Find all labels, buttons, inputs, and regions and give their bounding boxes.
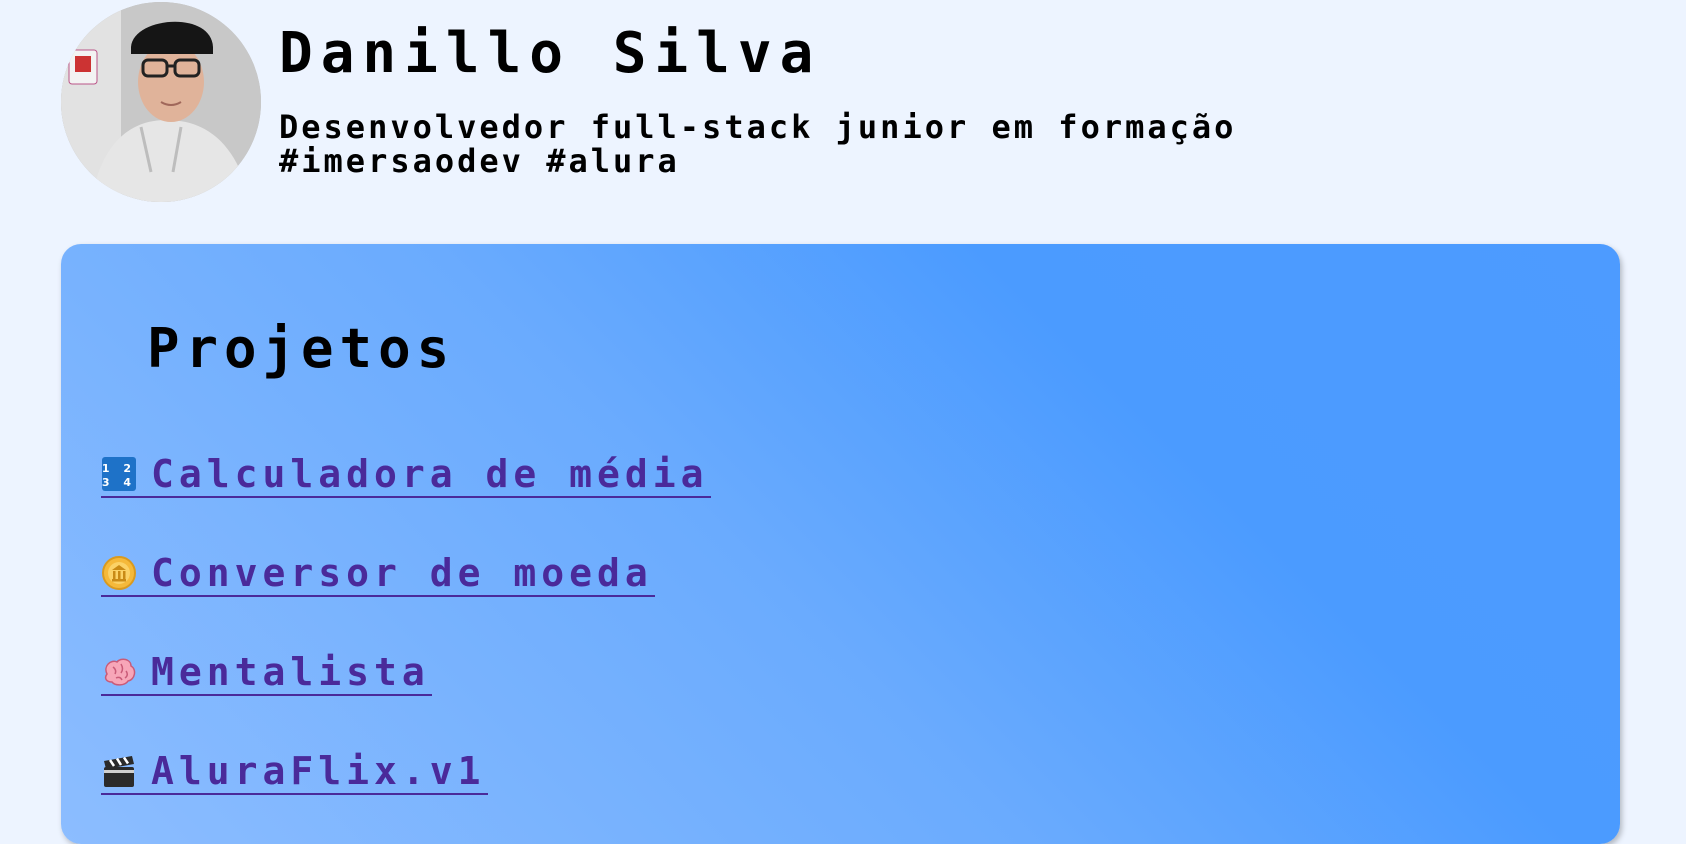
bio-line: Desenvolvedor full-stack junior em forma… bbox=[279, 108, 1237, 146]
project-link-calculadora[interactable]: 1 2 3 4 Calculadora de média bbox=[101, 452, 711, 498]
project-label: Conversor de moeda bbox=[151, 551, 653, 595]
clapper-board-icon bbox=[104, 756, 134, 787]
input-numbers-icon: 1 2 3 4 bbox=[102, 457, 136, 491]
project-link-aluraflix[interactable]: AluraFlix.v1 bbox=[101, 749, 488, 795]
project-link-mentalista[interactable]: Mentalista bbox=[101, 650, 432, 696]
coin-icon bbox=[102, 556, 136, 590]
project-label: AluraFlix.v1 bbox=[151, 749, 486, 793]
avatar bbox=[61, 2, 261, 202]
project-link-conversor[interactable]: Conversor de moeda bbox=[101, 551, 655, 597]
avatar-photo bbox=[61, 2, 261, 202]
projects-panel: Projetos 1 2 3 4 Calculadora de média Co… bbox=[61, 244, 1620, 844]
profile-header: Danillo Silva Desenvolvedor full-stack j… bbox=[61, 0, 1621, 210]
project-label: Calculadora de média bbox=[151, 452, 709, 496]
svg-text:3 4: 3 4 bbox=[102, 476, 136, 489]
profile-name: Danillo Silva bbox=[279, 21, 822, 86]
brain-icon bbox=[104, 658, 136, 686]
projects-title: Projetos bbox=[147, 317, 456, 380]
profile-bio: Desenvolvedor full-stack junior em forma… bbox=[279, 110, 1619, 178]
project-label: Mentalista bbox=[151, 650, 430, 694]
svg-text:1 2: 1 2 bbox=[102, 462, 136, 475]
bio-hashtags: #imersaodev #alura bbox=[279, 142, 680, 180]
